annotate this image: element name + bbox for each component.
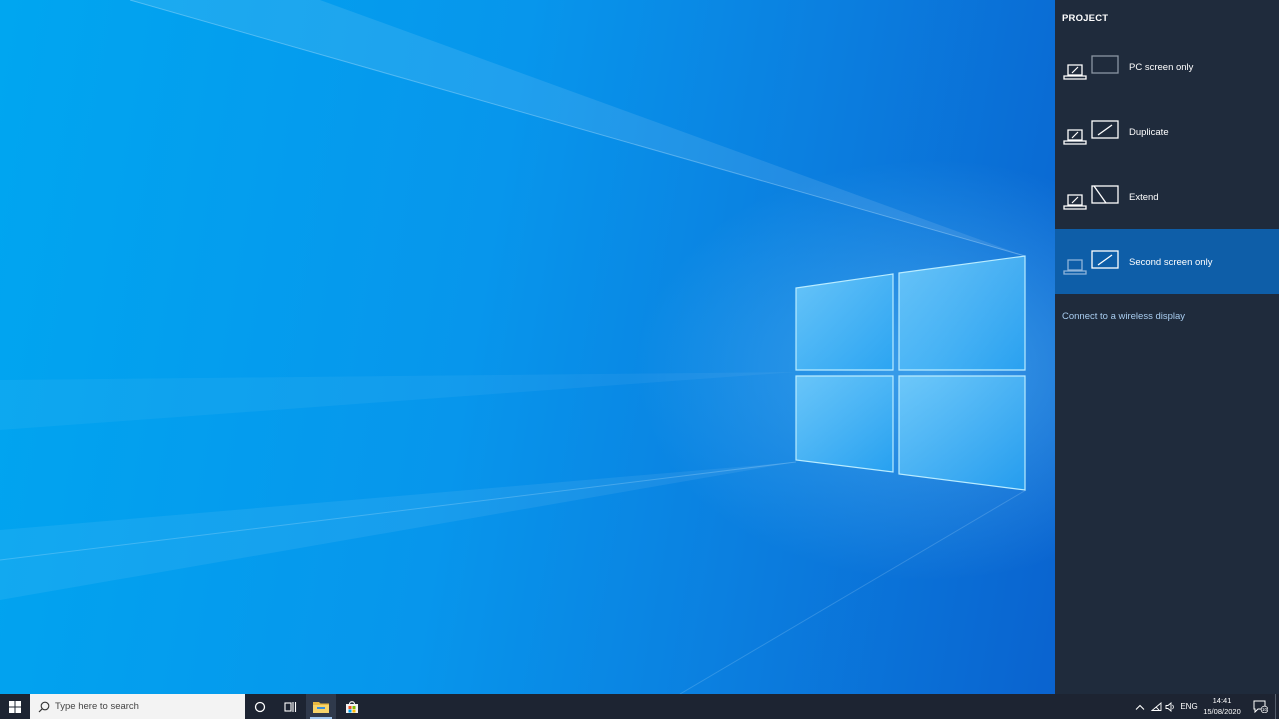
mode-second-screen-only[interactable]: Second screen only — [1055, 229, 1279, 294]
action-center-button[interactable]: 10 — [1250, 694, 1270, 719]
clock-date: 15/08/2020 — [1203, 706, 1241, 716]
network-icon — [1150, 702, 1161, 711]
mode-label: Duplicate — [1129, 127, 1169, 138]
search-placeholder: Type here to search — [55, 701, 139, 712]
chevron-up-icon — [1135, 704, 1145, 710]
clock[interactable]: 14:41 15/08/2020 — [1198, 696, 1246, 717]
pc-screen-only-icon — [1063, 55, 1119, 80]
taskbar: Type here to search ENG 14:41 15/08/2020… — [0, 694, 1279, 719]
task-view-icon — [283, 701, 296, 712]
file-explorer-button[interactable] — [306, 694, 336, 719]
extend-icon — [1063, 185, 1119, 210]
search-box[interactable]: Type here to search — [30, 694, 245, 719]
project-panel: PROJECT PC screen only Duplicate Extend — [1055, 0, 1279, 694]
show-desktop-button[interactable] — [1275, 694, 1279, 719]
desktop-wallpaper[interactable] — [0, 0, 1055, 694]
mode-duplicate[interactable]: Duplicate — [1055, 99, 1279, 164]
notification-count: 10 — [1261, 707, 1267, 712]
mode-label: PC screen only — [1129, 62, 1194, 73]
speaker-icon — [1165, 701, 1174, 712]
file-explorer-icon — [313, 702, 329, 713]
mode-label: Extend — [1129, 192, 1159, 203]
network-button[interactable] — [1149, 694, 1163, 719]
notification-icon: 10 — [1253, 700, 1268, 713]
start-button[interactable] — [0, 694, 30, 719]
input-language-button[interactable]: ENG — [1178, 694, 1200, 719]
duplicate-icon — [1063, 120, 1119, 145]
windows-logo — [795, 255, 1026, 491]
task-view-button[interactable] — [275, 694, 305, 719]
windows-start-icon — [9, 700, 21, 713]
show-hidden-icons-button[interactable] — [1132, 694, 1148, 719]
mode-label: Second screen only — [1129, 257, 1213, 268]
microsoft-store-icon — [346, 700, 358, 713]
connect-wireless-display-link[interactable]: Connect to a wireless display — [1062, 311, 1185, 322]
search-icon — [38, 701, 50, 712]
cortana-icon — [254, 701, 266, 712]
second-screen-only-icon — [1063, 250, 1119, 275]
mode-extend[interactable]: Extend — [1055, 164, 1279, 229]
volume-button[interactable] — [1163, 694, 1177, 719]
mode-pc-screen-only[interactable]: PC screen only — [1055, 34, 1279, 99]
cortana-button[interactable] — [245, 694, 275, 719]
clock-time: 14:41 — [1212, 696, 1232, 705]
panel-title: PROJECT — [1062, 13, 1109, 24]
microsoft-store-button[interactable] — [337, 694, 367, 719]
